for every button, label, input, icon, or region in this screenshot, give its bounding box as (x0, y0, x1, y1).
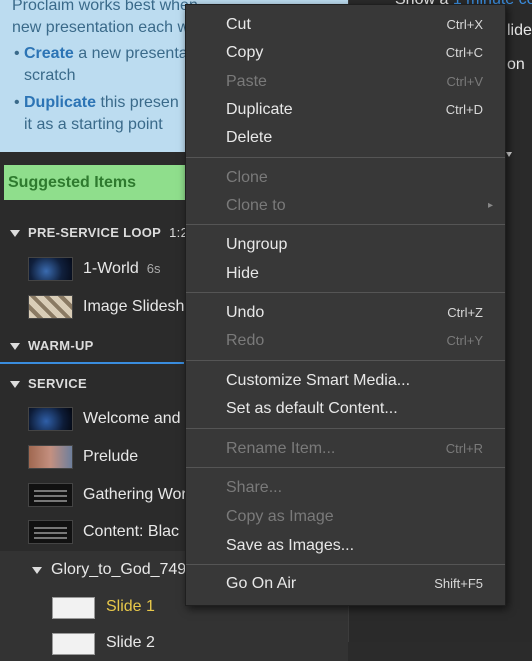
item-duration: 6s (146, 261, 161, 276)
item-thumbnail (28, 407, 73, 431)
submenu-arrow-icon: ▸ (487, 200, 493, 211)
menu-item-paste[interactable]: Paste Ctrl+V (186, 68, 505, 96)
group-label: Glory_to_God_749 (51, 561, 187, 578)
menu-item-set-default-content[interactable]: Set as default Content... (186, 395, 505, 423)
tip-text-2: lide (507, 22, 532, 39)
menu-separator (186, 564, 505, 565)
menu-item-ungroup[interactable]: Ungroup (186, 231, 505, 259)
item-thumbnail (28, 257, 73, 281)
context-menu: Cut Ctrl+X Copy Ctrl+C Paste Ctrl+V Duplica… (185, 4, 506, 606)
menu-separator (186, 224, 505, 225)
duplicate-link[interactable]: Duplicate (24, 94, 96, 111)
menu-item-clone-to[interactable]: Clone to ▸ (186, 192, 505, 220)
menu-item-undo[interactable]: Undo Ctrl+Z (186, 299, 505, 327)
menu-item-share[interactable]: Share... (186, 474, 505, 502)
menu-separator (186, 467, 505, 468)
item-label: Image Slidesh (83, 298, 185, 315)
slide-row-2[interactable]: Slide 2 (0, 625, 348, 661)
menu-item-cut[interactable]: Cut Ctrl+X (186, 11, 505, 39)
item-label: Prelude (83, 448, 139, 465)
item-label: Welcome and (83, 410, 181, 427)
create-link[interactable]: Create (24, 45, 74, 62)
menu-separator (186, 428, 505, 429)
menu-item-delete[interactable]: Delete (186, 124, 505, 152)
item-thumbnail (28, 483, 73, 507)
item-label: Gathering Wor (83, 486, 187, 503)
menu-item-go-on-air[interactable]: Go On Air Shift+F5 (186, 570, 505, 598)
item-thumbnail (28, 295, 73, 319)
slide-thumbnail (52, 633, 95, 655)
dropdown-arrow-icon[interactable] (506, 152, 512, 157)
collapse-triangle-icon[interactable] (32, 567, 42, 574)
menu-item-copy[interactable]: Copy Ctrl+C (186, 39, 505, 67)
menu-item-copy-as-image[interactable]: Copy as Image (186, 503, 505, 531)
collapse-triangle-icon[interactable] (10, 343, 20, 351)
item-thumbnail (28, 445, 73, 469)
menu-item-save-as-images[interactable]: Save as Images... (186, 532, 505, 560)
menu-separator (186, 292, 505, 293)
menu-separator (186, 360, 505, 361)
slide-label: Slide 2 (106, 634, 155, 651)
menu-item-clone[interactable]: Clone (186, 164, 505, 192)
collapse-triangle-icon[interactable] (10, 230, 20, 238)
menu-item-customize-smart-media[interactable]: Customize Smart Media... (186, 367, 505, 395)
tip-text-3: on (507, 56, 525, 73)
item-thumbnail (28, 520, 73, 544)
item-label: Content: Blac (83, 523, 180, 540)
menu-separator (186, 157, 505, 158)
menu-item-rename[interactable]: Rename Item... Ctrl+R (186, 435, 505, 463)
menu-item-hide[interactable]: Hide (186, 260, 505, 288)
drop-indicator (0, 362, 184, 364)
menu-item-duplicate[interactable]: Duplicate Ctrl+D (186, 96, 505, 124)
slide-thumbnail (52, 597, 95, 619)
menu-item-redo[interactable]: Redo Ctrl+Y (186, 327, 505, 355)
slide-label: Slide 1 (106, 598, 155, 615)
item-label: 1-World (83, 260, 139, 277)
collapse-triangle-icon[interactable] (10, 381, 20, 389)
